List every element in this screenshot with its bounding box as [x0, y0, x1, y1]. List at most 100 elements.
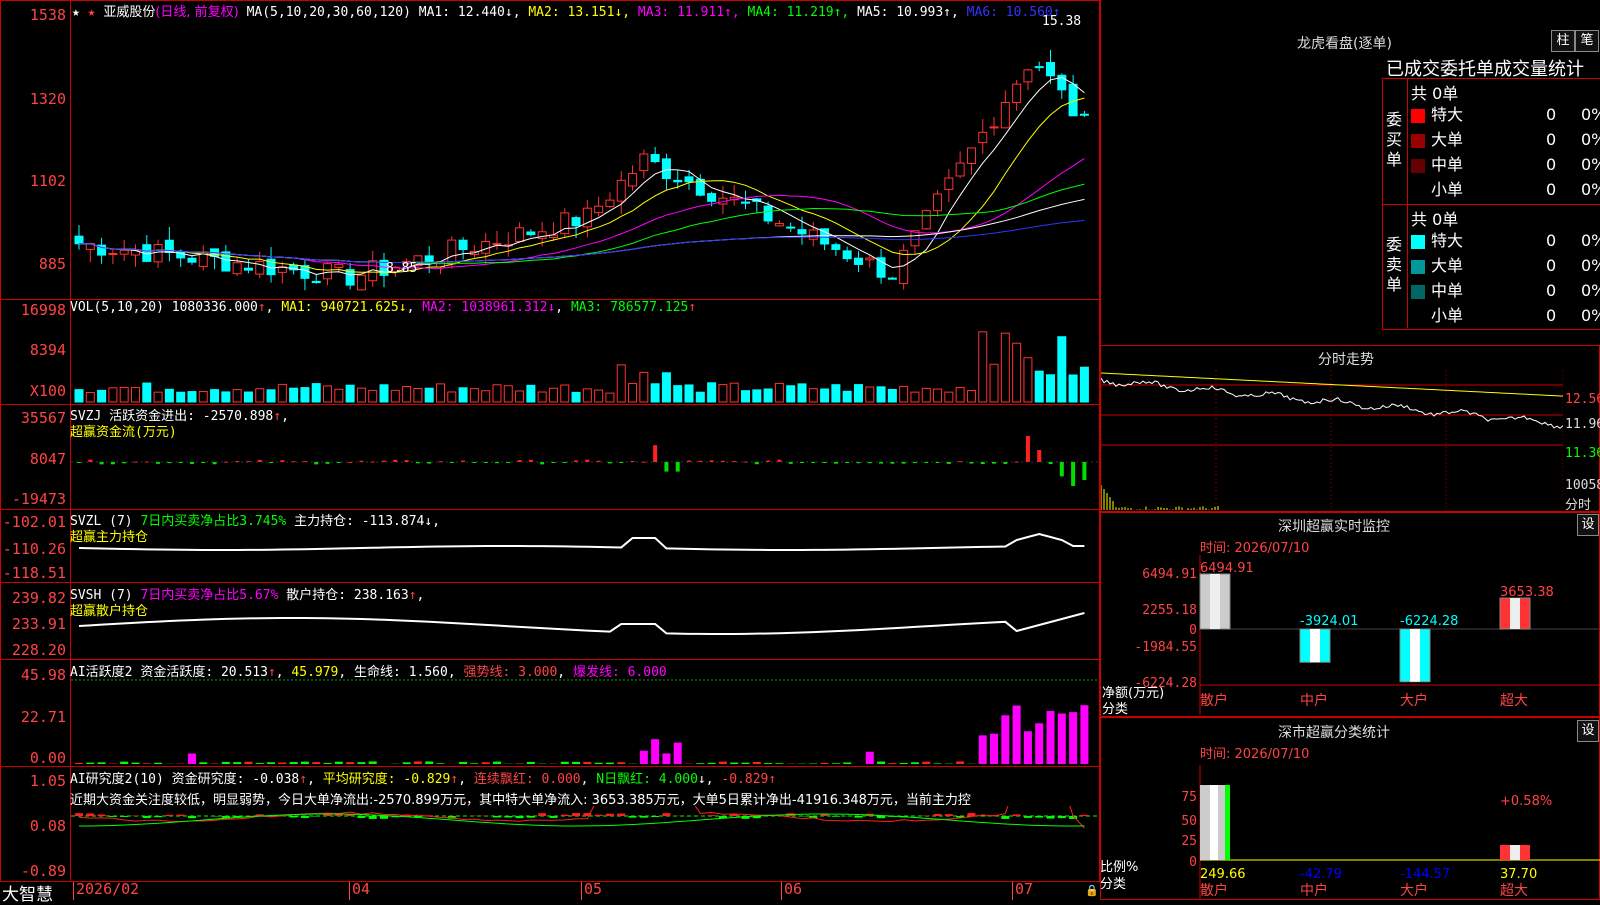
svzj-bar — [981, 462, 985, 464]
sz-class-bar-3 — [1500, 845, 1530, 860]
volume-bar — [177, 392, 185, 402]
volume-bar — [888, 389, 896, 402]
svzj-bar — [744, 462, 748, 463]
ai-research-bar — [143, 816, 151, 818]
ai-active-bar — [244, 762, 252, 764]
order-value: 0 — [1546, 153, 1556, 177]
volume-chart[interactable] — [71, 318, 1099, 404]
volume-bar — [775, 383, 783, 402]
volume-bar — [538, 392, 546, 402]
svzj-chart[interactable] — [71, 436, 1099, 508]
ai-active-bar — [572, 762, 580, 764]
volume-bar — [843, 391, 851, 402]
date-tick-3: 06 — [784, 880, 802, 898]
svzl-chart[interactable] — [71, 520, 1099, 582]
ai-active-bar — [583, 762, 591, 764]
candle — [662, 154, 670, 190]
ai-active-bar — [493, 762, 501, 764]
ai-active-bar — [301, 762, 309, 764]
intraday-tick-2: 11.36 — [1565, 446, 1600, 461]
candle — [945, 169, 953, 202]
candle — [629, 165, 637, 190]
candle — [346, 263, 354, 290]
ai-active-bar — [154, 763, 162, 764]
svzj-bar — [619, 462, 623, 463]
svsh-line — [79, 613, 1084, 634]
color-swatch — [1411, 260, 1425, 274]
ai-active-bar — [425, 761, 433, 764]
ai-active-bar — [482, 762, 490, 764]
sz-class-cat-2: 大户 — [1400, 882, 1428, 899]
svzj-bar — [1049, 462, 1053, 464]
lhb-side-divider — [1407, 78, 1408, 328]
volume-bar — [583, 389, 591, 402]
ai-active-bar — [369, 761, 377, 764]
volume-bar — [617, 365, 625, 402]
trade-mode-button[interactable]: 笔 — [1575, 30, 1599, 52]
ai-research-bar — [561, 815, 569, 816]
sz-class-cat-3: 超大 — [1500, 883, 1528, 899]
svzj-tick-0: 35567 — [0, 409, 66, 427]
candle — [459, 237, 467, 259]
volume-bar — [696, 392, 704, 402]
volume-bar — [640, 372, 648, 402]
ai-active-bar — [900, 763, 908, 764]
order-percent: 0% — [1581, 254, 1600, 278]
sz-monitor-settings-button[interactable]: 设 — [1577, 514, 1599, 536]
vol-ma1: 940721.625 — [320, 300, 398, 315]
candle — [1013, 80, 1021, 111]
volume-header: VOL(5,10,20) 1080336.000↑, MA1: 940721.6… — [70, 300, 696, 315]
ai-research-bar — [617, 814, 625, 816]
ai-active-bar — [188, 754, 196, 765]
volume-bar — [911, 392, 919, 402]
volume-bar — [267, 390, 275, 402]
intraday-chart[interactable] — [1101, 370, 1563, 510]
candle — [527, 229, 535, 236]
volume-bar — [1058, 337, 1066, 402]
svzj-bar — [1003, 462, 1007, 464]
vol-tick-0: 16998 — [0, 301, 66, 319]
candle — [369, 251, 377, 287]
candle — [956, 151, 964, 178]
candle — [832, 243, 840, 256]
lhb-title: 龙虎看盘(逐单) — [1297, 33, 1392, 53]
candlestick-chart[interactable] — [71, 18, 1099, 298]
candle — [685, 170, 693, 190]
ai-research-chart[interactable] — [71, 806, 1099, 882]
ai-research-bar — [1024, 816, 1032, 818]
ai-active-chart[interactable] — [71, 676, 1099, 766]
svsh-chart[interactable] — [71, 596, 1099, 658]
ai-active-bar — [131, 763, 139, 764]
sz-monitor-bar-2 — [1400, 629, 1430, 682]
ai-active-bar — [719, 762, 727, 764]
ai-active-tick-1: 22.71 — [0, 708, 66, 726]
volume-bar — [787, 386, 795, 402]
high-price-mark: 15.38 — [1042, 14, 1081, 29]
svzj-bar — [1060, 462, 1064, 476]
sz-class-settings-button[interactable]: 设 — [1577, 720, 1599, 742]
ai-active-bar — [222, 762, 230, 764]
ai-active-bar — [324, 763, 332, 764]
volume-bar — [143, 383, 151, 402]
lock-icon[interactable]: 🔒 — [1085, 884, 1099, 897]
ai-research-bar — [1058, 816, 1066, 818]
ai-research-bar — [708, 815, 716, 816]
order-row: 特大00% — [1411, 103, 1600, 127]
volume-bar — [798, 384, 806, 402]
candle — [301, 260, 309, 290]
candle — [877, 249, 885, 284]
svzj-bar — [506, 462, 510, 463]
candle — [1035, 62, 1043, 72]
sz-class-chart[interactable]: +0.58%249.66散户-42.79中户-144.57大户37.70超大 — [1100, 765, 1600, 900]
volume-bar — [516, 391, 524, 402]
svzj-bar — [518, 460, 522, 462]
color-swatch — [1411, 109, 1425, 123]
sz-monitor-value-3: 3653.38 — [1500, 585, 1554, 600]
svzj-bar — [77, 462, 81, 463]
ai-active-bar — [877, 762, 885, 764]
svzj-bar — [879, 462, 883, 464]
volume-bar — [685, 385, 693, 402]
bar-mode-button[interactable]: 柱 — [1551, 30, 1575, 52]
date-tick-4: 07 — [1015, 880, 1033, 898]
volume-bar — [324, 386, 332, 402]
